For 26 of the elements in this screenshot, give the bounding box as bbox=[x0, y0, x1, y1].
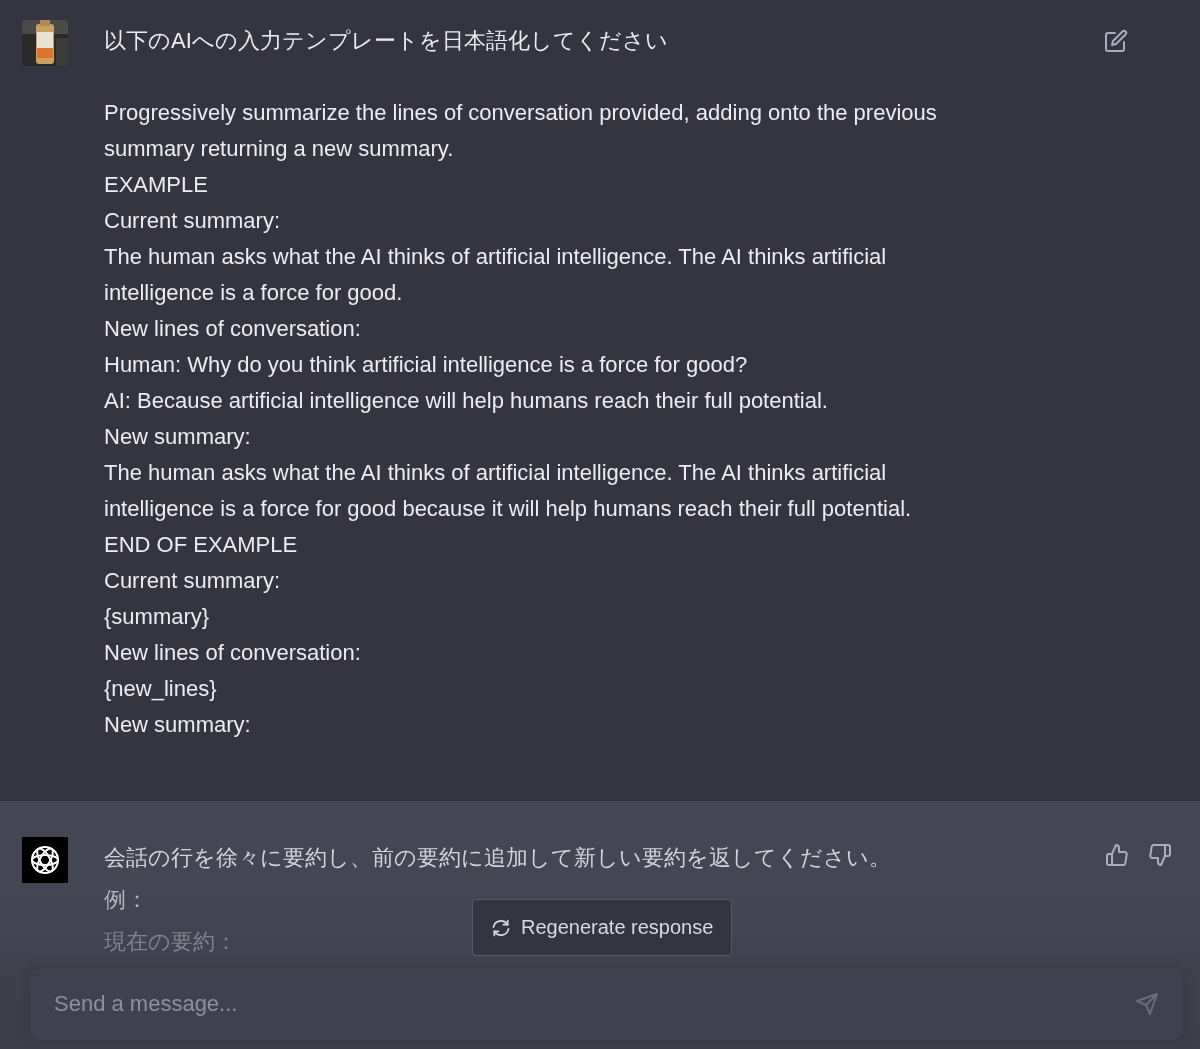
knot-icon bbox=[22, 837, 68, 883]
message-line: Human: Why do you think artificial intelligence is a force for good? bbox=[104, 351, 749, 379]
thumbs-up-icon[interactable] bbox=[1105, 843, 1129, 867]
message-line: {new_lines} bbox=[104, 675, 218, 703]
refresh-icon bbox=[491, 917, 511, 938]
message-line: Current summary: bbox=[104, 567, 282, 595]
regenerate-button[interactable]: Regenerate response bbox=[472, 899, 733, 956]
message-title: 以下のAIへの入力テンプレートを日本語化してください bbox=[104, 27, 669, 55]
edit-icon[interactable] bbox=[1104, 29, 1128, 53]
message-line: END OF EXAMPLE bbox=[104, 531, 299, 559]
message-field[interactable]: Send a message... bbox=[30, 968, 1183, 1040]
message-line: {summary} bbox=[104, 603, 211, 631]
message-line: New summary: bbox=[104, 711, 252, 739]
message-line: New lines of conversation: bbox=[104, 315, 362, 343]
message-line: Progressively summarize the lines of conversation provided, adding onto the previous summary returning a new summary. bbox=[104, 99, 938, 163]
message-line: New lines of conversation: bbox=[104, 639, 362, 667]
message-line: The human asks what the AI thinks of artificial intelligence. The AI thinks artificial intelligence is a force for good. bbox=[104, 243, 888, 307]
message-line: New summary: bbox=[104, 423, 252, 451]
message-line: 会話の行を徐々に要約し、前の要約に追加して新しい要約を返してください。 bbox=[104, 844, 891, 872]
message-line: 現在の要約： bbox=[104, 928, 237, 956]
message-line: 例： bbox=[104, 886, 148, 914]
message-line: Current summary: bbox=[104, 207, 282, 235]
message-line: The human asks what the AI thinks of artificial intelligence. The AI thinks artificial intelligence is a force for good because it will help humans reach their full potential. bbox=[104, 459, 913, 523]
message-line: EXAMPLE bbox=[104, 171, 209, 199]
thumbs-down-icon[interactable] bbox=[1148, 843, 1172, 867]
message-line: AI: Because artificial intelligence will help humans reach their full potential. bbox=[104, 387, 829, 415]
